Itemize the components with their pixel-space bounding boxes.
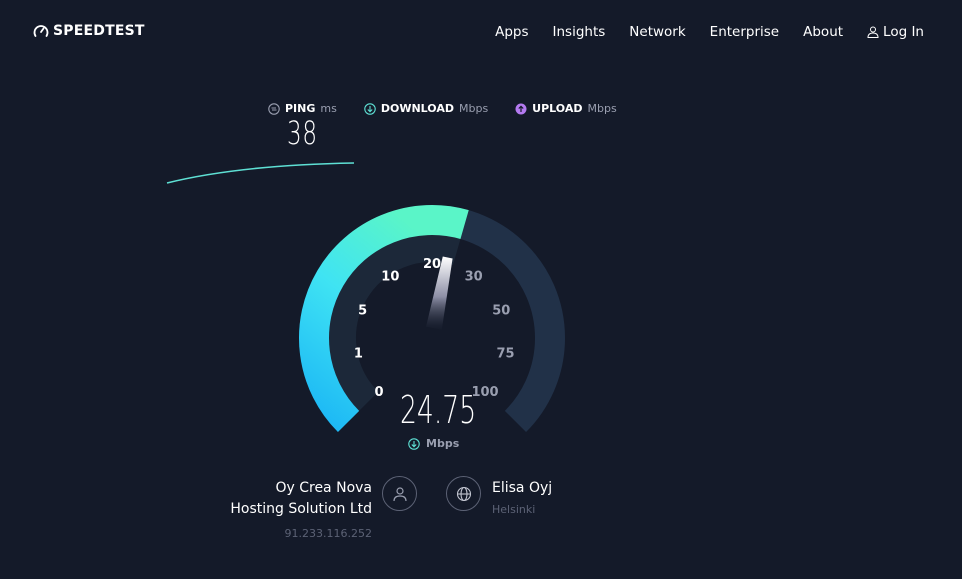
gauge-tick-label: 0 bbox=[374, 385, 383, 400]
server-city: Helsinki bbox=[492, 503, 536, 516]
current-speed-value: 24.75 bbox=[400, 388, 477, 432]
nav-apps[interactable]: Apps bbox=[495, 24, 528, 40]
download-unit: Mbps bbox=[458, 102, 489, 115]
login-link[interactable]: Log In bbox=[867, 24, 924, 40]
user-icon bbox=[867, 26, 879, 38]
brand-name: SPEEDTEST bbox=[53, 23, 145, 39]
download-arrow-icon bbox=[364, 102, 376, 115]
nav-insights[interactable]: Insights bbox=[553, 24, 606, 40]
login-label: Log In bbox=[883, 24, 924, 40]
download-metric: DOWNLOAD Mbps bbox=[364, 102, 488, 115]
globe-icon bbox=[456, 486, 471, 501]
metrics-header: PING ms DOWNLOAD Mbps UPLOAD Mbps bbox=[268, 102, 617, 115]
isp-name-line2: Hosting Solution Ltd bbox=[230, 501, 372, 517]
nav-enterprise[interactable]: Enterprise bbox=[710, 24, 779, 40]
gauge-tick-label: 75 bbox=[497, 347, 515, 362]
isp-user-button[interactable] bbox=[382, 476, 417, 511]
server-name: Elisa Oyj bbox=[492, 480, 553, 496]
main-nav: Apps Insights Network Enterprise About L… bbox=[495, 24, 924, 40]
isp-info: Oy Crea Nova Hosting Solution Ltd 91.233… bbox=[230, 478, 372, 544]
isp-name-line1: Oy Crea Nova bbox=[275, 480, 372, 496]
download-label: DOWNLOAD bbox=[380, 102, 454, 115]
ping-graph bbox=[166, 162, 355, 184]
upload-arrow-icon bbox=[515, 103, 527, 114]
download-arrow-icon bbox=[408, 437, 420, 450]
gauge-tick-label: 30 bbox=[465, 270, 483, 285]
speedtest-logo[interactable]: SPEEDTEST bbox=[33, 23, 145, 39]
upload-unit: Mbps bbox=[587, 102, 617, 115]
speedometer-icon bbox=[33, 25, 49, 37]
ping-unit: ms bbox=[320, 102, 337, 115]
gauge-tick-label: 5 bbox=[358, 303, 367, 318]
server-globe-button[interactable] bbox=[446, 476, 481, 511]
nav-about[interactable]: About bbox=[803, 24, 843, 40]
upload-label: UPLOAD bbox=[532, 102, 583, 115]
ping-value: 38 bbox=[287, 114, 318, 152]
ping-icon bbox=[268, 102, 280, 115]
user-icon bbox=[392, 486, 407, 501]
isp-ip: 91.233.116.252 bbox=[284, 527, 372, 540]
gauge-tick-label: 10 bbox=[381, 270, 399, 285]
gauge-tick-label: 50 bbox=[492, 303, 510, 318]
speed-unit-label: Mbps bbox=[426, 437, 460, 450]
current-speed-unit: Mbps bbox=[408, 437, 459, 450]
server-info[interactable]: Elisa Oyj Helsinki bbox=[492, 478, 552, 520]
upload-metric: UPLOAD Mbps bbox=[515, 102, 617, 115]
nav-network[interactable]: Network bbox=[629, 24, 685, 40]
gauge-tick-label: 20 bbox=[423, 257, 441, 272]
gauge-tick-label: 1 bbox=[354, 347, 363, 362]
